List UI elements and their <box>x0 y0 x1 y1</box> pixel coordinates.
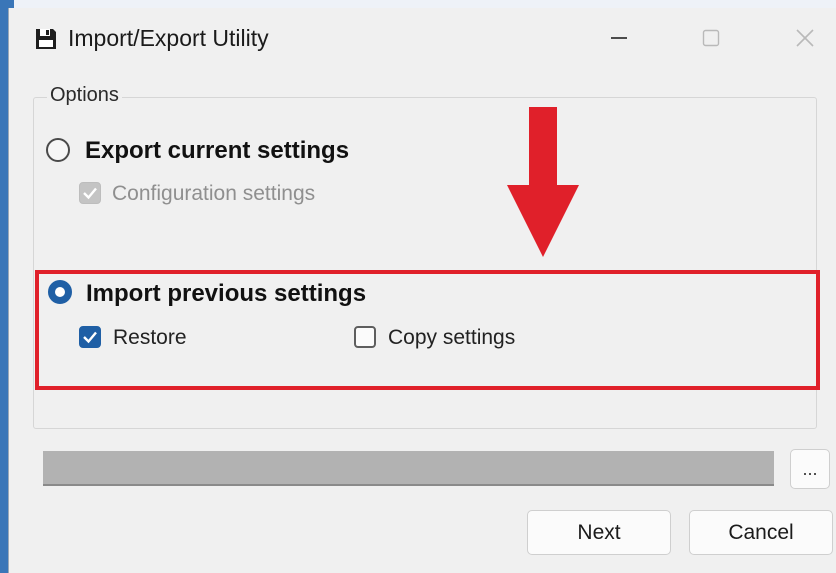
minimize-icon <box>611 37 627 39</box>
close-icon <box>796 29 814 47</box>
maximize-icon <box>702 29 720 47</box>
restore-label[interactable]: Restore <box>113 326 187 350</box>
cancel-button[interactable]: Cancel <box>689 510 833 555</box>
maximize-button[interactable] <box>689 18 733 58</box>
down-arrow-icon <box>507 107 579 257</box>
checkmark-icon <box>83 187 97 200</box>
options-group-label: Options <box>47 84 122 107</box>
import-settings-radio[interactable] <box>48 280 72 304</box>
close-button[interactable] <box>783 18 827 58</box>
copy-settings-checkbox[interactable] <box>354 326 376 348</box>
import-settings-label[interactable]: Import previous settings <box>86 280 366 308</box>
file-path-field[interactable] <box>43 451 774 486</box>
minimize-button[interactable] <box>597 18 641 58</box>
configuration-settings-label: Configuration settings <box>112 182 316 205</box>
checkmark-icon <box>83 331 97 344</box>
browse-button[interactable]: ... <box>790 449 830 489</box>
configuration-settings-checkbox[interactable] <box>79 182 101 204</box>
next-button[interactable]: Next <box>527 510 671 555</box>
title-bar[interactable]: Import/Export Utility <box>9 8 836 70</box>
export-settings-radio[interactable] <box>46 138 70 162</box>
copy-settings-label[interactable]: Copy settings <box>388 326 515 350</box>
import-export-dialog: Import/Export Utility Options Export cur… <box>8 8 836 573</box>
floppy-disk-icon <box>36 29 56 49</box>
window-title: Import/Export Utility <box>68 25 269 51</box>
export-settings-label[interactable]: Export current settings <box>85 137 349 165</box>
restore-checkbox[interactable] <box>79 326 101 348</box>
